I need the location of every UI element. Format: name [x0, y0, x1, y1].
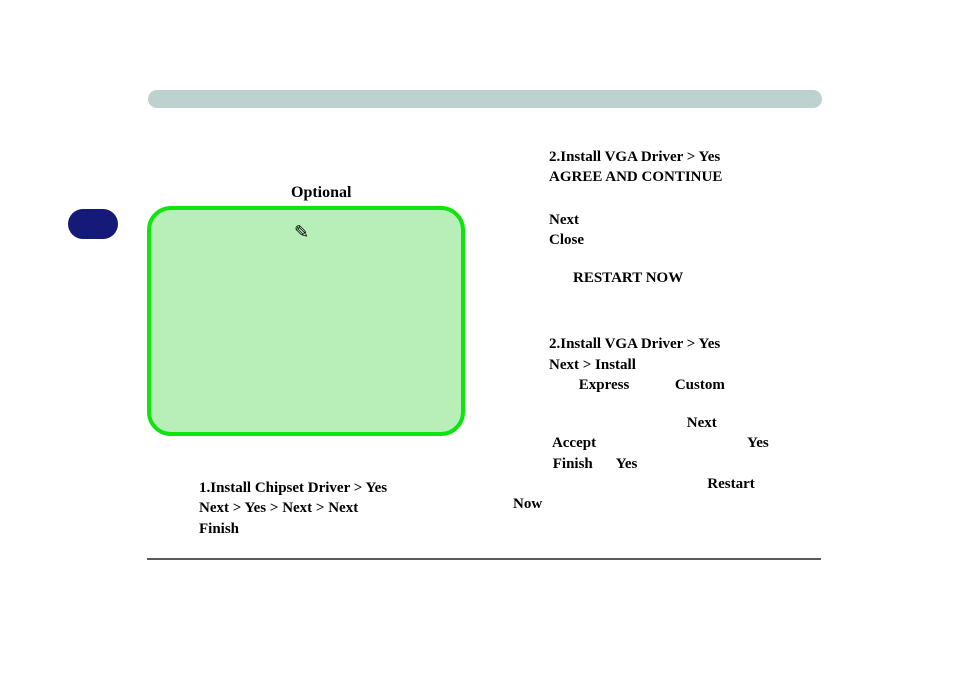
left-line-2: Next > Yes > Next > Next: [199, 498, 499, 518]
left-line-3: Finish: [199, 519, 499, 539]
right-b-line-3: Express Custom: [513, 375, 823, 395]
optional-label: Optional: [291, 184, 351, 202]
right-b-line-8: Now: [513, 494, 823, 514]
right-b-line-5: Accept Yes: [513, 433, 823, 453]
pencil-icon: ✎: [294, 222, 309, 243]
right-a-line-5: RESTART NOW: [513, 268, 823, 288]
left-line-1: 1.Install Chipset Driver > Yes: [199, 478, 499, 498]
left-instructions: 1.Install Chipset Driver > Yes Next > Ye…: [199, 478, 499, 539]
top-bar: [148, 90, 822, 108]
right-a-line-3: Next: [513, 210, 823, 230]
right-b-line-6: Finish Yes: [513, 454, 823, 474]
right-instructions: 2.Install VGA Driver > Yes AGREE AND CON…: [513, 147, 823, 514]
right-a-line-2: AGREE AND CONTINUE: [513, 167, 823, 187]
right-a-line-1: 2.Install VGA Driver > Yes: [513, 147, 823, 167]
right-b-line-1: 2.Install VGA Driver > Yes: [513, 334, 823, 354]
right-b-line-4: Next: [513, 413, 823, 433]
side-pill: [68, 209, 118, 239]
right-b-line-2: Next > Install: [513, 355, 823, 375]
right-a-line-4: Close: [513, 230, 823, 250]
right-b-line-7: Restart: [513, 474, 823, 494]
bottom-rule: [147, 558, 821, 560]
